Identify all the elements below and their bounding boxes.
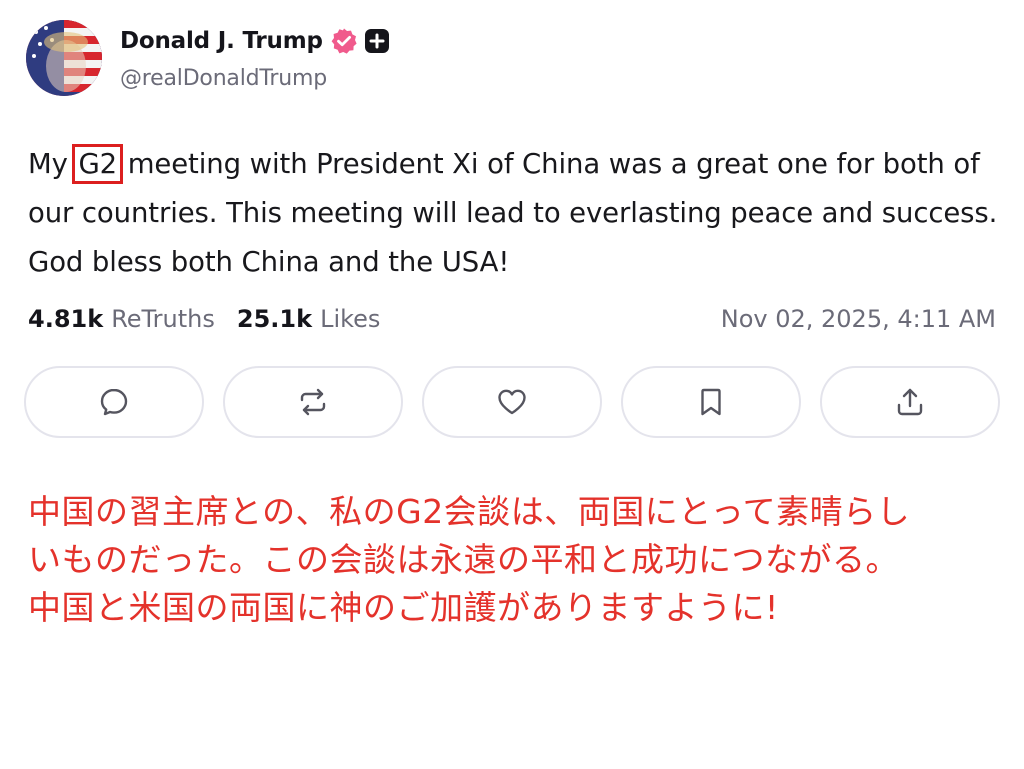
post-text: My G2 meeting with President Xi of China… bbox=[28, 140, 998, 287]
action-bar bbox=[24, 366, 1000, 438]
avatar-image bbox=[26, 20, 102, 96]
like-button[interactable] bbox=[422, 366, 602, 438]
user-handle[interactable]: @realDonaldTrump bbox=[120, 66, 390, 91]
post-text-rest: meeting with President Xi of China was a… bbox=[28, 148, 998, 278]
reply-button[interactable] bbox=[24, 366, 204, 438]
bookmark-icon bbox=[701, 388, 721, 416]
avatar[interactable] bbox=[26, 20, 102, 96]
author-info: Donald J. Trump @realDonaldTrump bbox=[120, 24, 390, 91]
likes-count[interactable]: 25.1k bbox=[237, 305, 312, 333]
likes-label[interactable]: Likes bbox=[320, 305, 380, 333]
post-text-start: My bbox=[28, 148, 77, 180]
translation-line: 中国と米国の両国に神のご加護がありますように! bbox=[28, 588, 779, 627]
repost-icon bbox=[300, 388, 326, 416]
translation-line: 中国の習主席との、私のG2会談は、両国にとって素晴らし bbox=[28, 492, 911, 531]
verified-badge-icon bbox=[330, 27, 358, 55]
highlighted-term: G2 bbox=[72, 144, 124, 184]
retruths-label[interactable]: ReTruths bbox=[111, 305, 215, 333]
translation-text: 中国の習主席との、私のG2会談は、両国にとって素晴らし いものだった。この会談は… bbox=[28, 488, 1008, 632]
heart-icon bbox=[498, 389, 526, 415]
retruth-button[interactable] bbox=[223, 366, 403, 438]
share-icon bbox=[897, 388, 923, 416]
translation-line: いものだった。この会談は永遠の平和と成功につながる。 bbox=[28, 540, 899, 579]
retruths-count[interactable]: 4.81k bbox=[28, 305, 103, 333]
display-name[interactable]: Donald J. Trump bbox=[120, 28, 323, 54]
bookmark-button[interactable] bbox=[621, 366, 801, 438]
comment-icon bbox=[100, 388, 128, 416]
share-button[interactable] bbox=[820, 366, 1000, 438]
plus-badge-icon bbox=[364, 28, 390, 54]
post-stats: 4.81k ReTruths 25.1k Likes Nov 02, 2025,… bbox=[28, 300, 996, 338]
name-row: Donald J. Trump bbox=[120, 24, 390, 58]
post-timestamp[interactable]: Nov 02, 2025, 4:11 AM bbox=[721, 305, 996, 333]
